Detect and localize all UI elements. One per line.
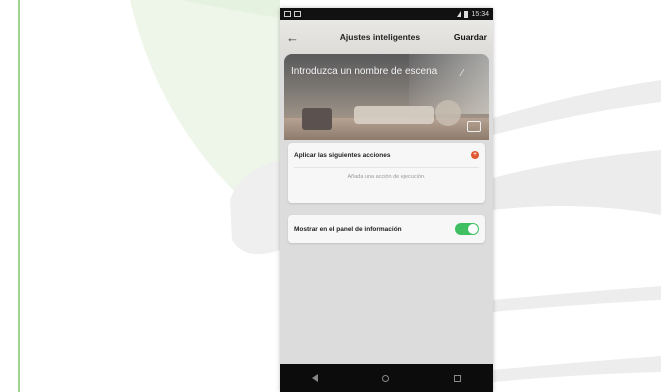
cover-furniture xyxy=(302,108,332,130)
actions-label: Aplicar las siguientes acciones xyxy=(294,151,391,159)
system-nav-bar xyxy=(280,364,493,392)
cover-sofa xyxy=(354,106,434,124)
scene-cover-image[interactable]: Introduzca un nombre de escena ∕ xyxy=(284,54,489,140)
back-arrow-icon[interactable]: ← xyxy=(286,30,306,45)
battery-icon xyxy=(464,10,469,18)
phone-screen: 15:34 ← Ajustes inteligentes Guardar Int… xyxy=(280,8,493,392)
toggle-knob xyxy=(468,224,478,234)
actions-card: Aplicar las siguientes acciones + Añada … xyxy=(288,143,485,203)
cover-decor xyxy=(435,100,461,126)
pencil-icon[interactable]: ∕ xyxy=(461,68,463,79)
add-action-hint[interactable]: Añada una acción de ejecución. xyxy=(294,167,479,180)
nav-back-icon[interactable] xyxy=(312,374,319,382)
scene-name-input[interactable]: Introduzca un nombre de escena xyxy=(291,66,441,78)
info-panel-label: Mostrar en el panel de información xyxy=(294,225,402,233)
save-button[interactable]: Guardar xyxy=(454,32,487,42)
nav-home-icon[interactable] xyxy=(382,374,390,382)
notification-icon xyxy=(294,11,301,17)
app-toolbar: ← Ajustes inteligentes Guardar xyxy=(280,20,493,54)
nav-recents-icon[interactable] xyxy=(453,374,461,382)
status-time: 15:34 xyxy=(471,10,489,18)
notification-icons xyxy=(284,11,301,17)
notification-icon xyxy=(284,11,291,17)
system-icons: 15:34 xyxy=(457,10,489,18)
image-icon[interactable] xyxy=(467,121,481,132)
actions-header: Aplicar las siguientes acciones + xyxy=(294,143,479,167)
signal-icon xyxy=(457,11,462,17)
info-panel-card: Mostrar en el panel de información xyxy=(288,215,485,243)
add-circle-icon[interactable]: + xyxy=(471,151,479,159)
page-title: Ajustes inteligentes xyxy=(339,32,421,42)
info-panel-toggle[interactable] xyxy=(455,223,479,235)
status-bar: 15:34 xyxy=(280,8,493,20)
